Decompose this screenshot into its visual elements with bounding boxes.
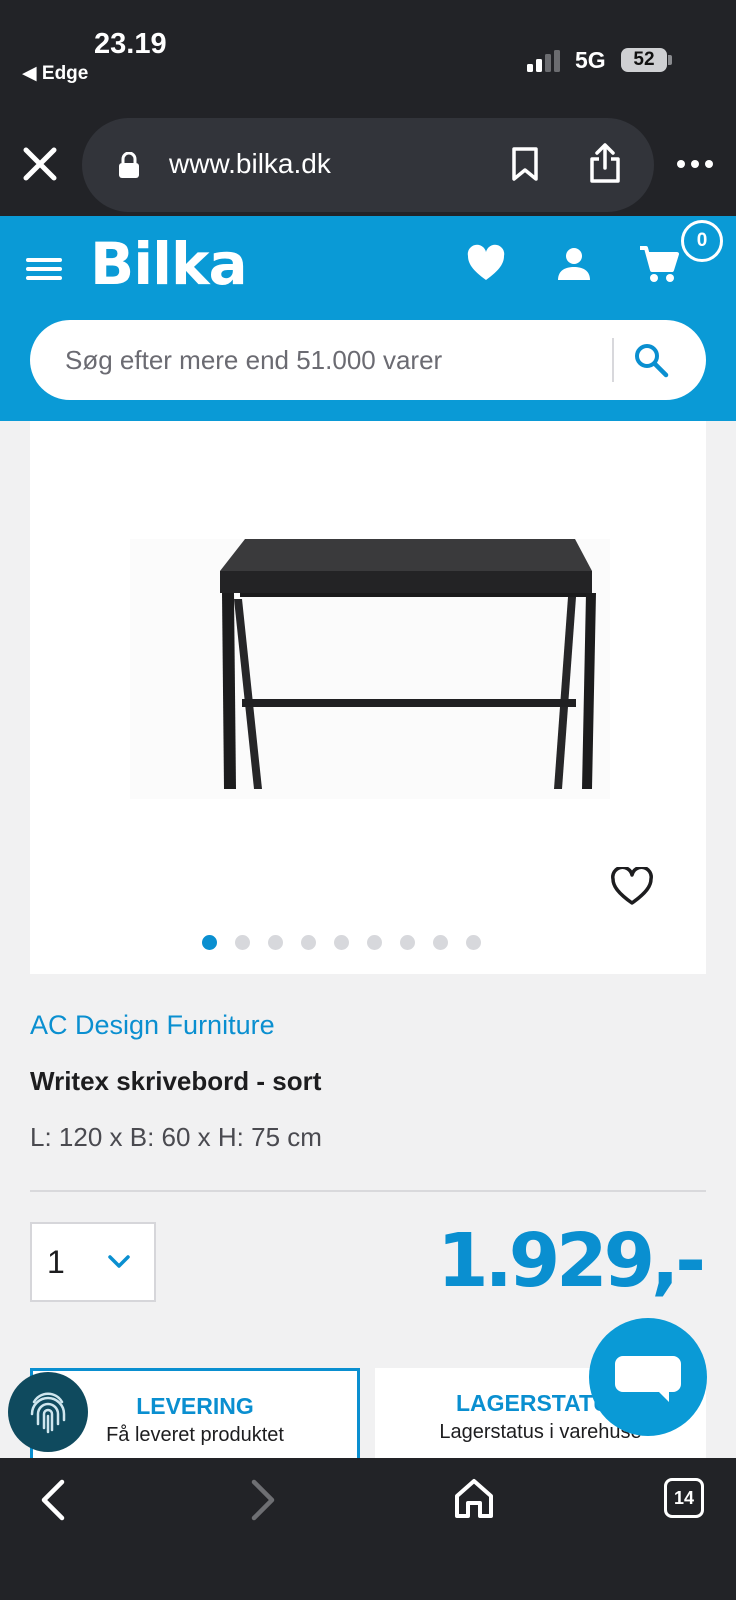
close-icon[interactable] — [22, 146, 58, 182]
more-icon[interactable] — [675, 152, 715, 176]
divider — [30, 1190, 706, 1192]
home-icon[interactable] — [452, 1476, 496, 1520]
product-brand-link[interactable]: AC Design Furniture — [30, 1010, 275, 1041]
fingerprint-icon — [30, 1392, 66, 1434]
cart-count-badge: 0 — [681, 220, 723, 262]
forward-icon[interactable] — [246, 1478, 280, 1522]
chat-button[interactable] — [589, 1318, 707, 1436]
signal-icon — [527, 50, 560, 72]
favorite-heart-icon[interactable] — [610, 867, 654, 907]
gallery-dot[interactable] — [235, 935, 250, 950]
product-dimensions: L: 120 x B: 60 x H: 75 cm — [30, 1122, 322, 1152]
network-type: 5G — [575, 47, 606, 73]
search-placeholder: Søg efter mere end 51.000 varer — [65, 345, 443, 375]
fingerprint-button[interactable] — [8, 1372, 88, 1452]
gallery-dot[interactable] — [367, 935, 382, 950]
share-icon[interactable] — [588, 142, 622, 184]
gallery-dot[interactable] — [433, 935, 448, 950]
gallery-dot[interactable] — [466, 935, 481, 950]
chevron-down-icon — [108, 1255, 130, 1268]
gallery-dot[interactable] — [202, 935, 217, 950]
battery-tip — [668, 55, 672, 65]
search-input[interactable]: Søg efter mere end 51.000 varer — [30, 320, 706, 400]
gallery-dot[interactable] — [301, 935, 316, 950]
cart-icon[interactable] — [638, 244, 680, 284]
gallery-dot[interactable] — [334, 935, 349, 950]
back-to-app-link[interactable]: ◀ Edge — [22, 62, 88, 85]
menu-icon[interactable] — [26, 254, 62, 284]
heart-icon[interactable] — [466, 244, 506, 284]
user-icon[interactable] — [556, 246, 592, 282]
back-icon[interactable] — [36, 1478, 70, 1522]
gallery-dots — [202, 935, 481, 950]
product-price: 1.929,- — [437, 1218, 706, 1304]
tabs-button[interactable]: 14 — [664, 1478, 704, 1518]
browser-toolbar: 14 — [0, 1458, 736, 1600]
search-divider — [612, 338, 614, 382]
product-title: Writex skrivebord - sort — [30, 1066, 322, 1096]
battery-indicator: 52 — [621, 48, 667, 72]
quantity-value: 1 — [47, 1244, 65, 1280]
bilka-logo[interactable]: Bilka — [90, 230, 248, 298]
gallery-dot[interactable] — [400, 935, 415, 950]
product-image-gallery[interactable] — [30, 421, 706, 974]
quantity-select[interactable]: 1 — [30, 1222, 156, 1302]
site-header: Bilka 0 Søg efter mere end 51.000 varer — [0, 216, 736, 421]
gallery-dot[interactable] — [268, 935, 283, 950]
chat-icon — [615, 1356, 681, 1402]
browser-chrome: 23.19 ◀ Edge 5G 52 www.bilka.dk — [0, 0, 736, 216]
url-text[interactable]: www.bilka.dk — [169, 148, 331, 180]
status-time: 23.19 — [94, 28, 167, 60]
address-bar[interactable]: www.bilka.dk — [82, 118, 654, 212]
search-icon[interactable] — [633, 342, 669, 378]
bookmark-icon[interactable] — [510, 146, 540, 182]
product-image[interactable] — [130, 539, 610, 799]
lock-icon — [119, 152, 139, 178]
